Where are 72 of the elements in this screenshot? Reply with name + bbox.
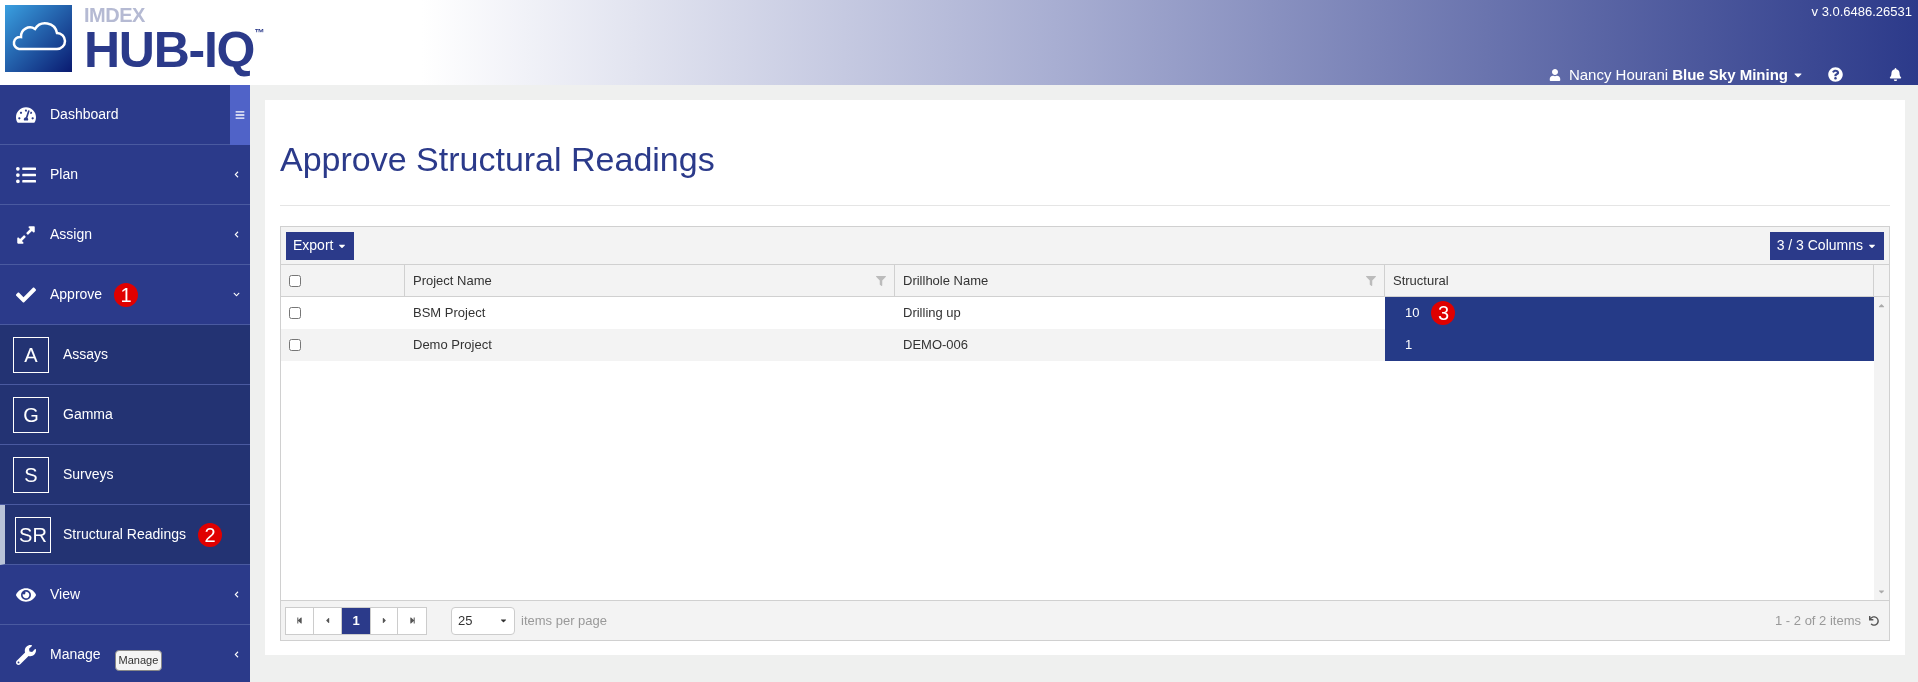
sidebar-label: Approve [50, 285, 103, 304]
letter-icon: G [13, 396, 49, 433]
sidebar-subitem[interactable]: S Surveys [0, 445, 250, 505]
chevron-left-icon [233, 171, 240, 178]
chevron-left-icon [233, 591, 240, 598]
column-header[interactable]: Structural [1385, 265, 1874, 296]
help-icon[interactable] [1828, 67, 1843, 83]
column-label: Structural [1393, 271, 1449, 290]
letter-icon: SR [15, 516, 51, 553]
table-cell-text: Drilling up [903, 304, 961, 323]
trademark: ™ [254, 26, 265, 40]
structural-cell[interactable]: 10 3 [1385, 297, 1874, 329]
sidebar-label: Gamma [63, 405, 113, 424]
sidebar-label: View [50, 585, 81, 604]
page-number-button[interactable]: 1 [342, 607, 370, 634]
letter-icon: A [13, 336, 49, 373]
menu-icon [235, 110, 245, 120]
sidebar-label: Assign [50, 225, 93, 244]
caret-left-icon [323, 616, 332, 625]
brand-subtitle: IMDEX [84, 5, 146, 25]
table-cell-text: BSM Project [413, 304, 486, 323]
wrench-icon [16, 644, 36, 665]
version-label: v 3.0.6486.26531 [1811, 3, 1912, 21]
scroll-up-icon[interactable] [1877, 301, 1886, 310]
column-label: Project Name [413, 271, 492, 290]
items-per-page-label: items per page [521, 611, 607, 630]
sidebar-label: Structural Readings [63, 525, 186, 544]
sidebar-label: Plan [50, 165, 79, 184]
column-header[interactable]: Drillhole Name [895, 265, 1385, 296]
cloud-logo-icon [5, 5, 72, 72]
page-title: Approve Structural Readings [280, 139, 716, 180]
list-icon [16, 164, 36, 185]
first-page-icon [296, 617, 303, 624]
structural-cell[interactable]: 1 [1385, 329, 1874, 361]
column-header[interactable]: Project Name [405, 265, 895, 296]
table-cell-text: Demo Project [413, 336, 492, 355]
sidebar-subitem[interactable]: A Assays [0, 325, 250, 385]
user-icon [1548, 68, 1561, 81]
gauge-icon [16, 104, 36, 125]
scroll-down-icon[interactable] [1877, 587, 1886, 596]
row-checkbox[interactable] [289, 307, 301, 319]
columns-button[interactable]: 3 / 3 Columns [1769, 231, 1884, 260]
last-page-icon [408, 617, 416, 624]
menu-toggle-button[interactable] [230, 85, 250, 145]
pager-summary: 1 - 2 of 2 items [1775, 611, 1861, 630]
user-menu-button[interactable]: Nancy Hourani Blue Sky Mining [1568, 63, 1804, 86]
caret-icon [499, 616, 508, 625]
numbered-callout: 1 [114, 282, 139, 307]
numbered-callout: 2 [197, 522, 222, 547]
diagonal-arrows-icon [16, 224, 36, 245]
row-checkbox[interactable] [289, 339, 301, 351]
table-cell-text: DEMO-006 [903, 336, 969, 355]
sidebar-subitem[interactable]: SR Structural Readings 2 [0, 505, 250, 565]
bell-icon[interactable] [1889, 68, 1902, 82]
chevron-left-icon [233, 231, 240, 238]
refresh-icon[interactable] [1869, 615, 1879, 626]
chevron-left-icon [233, 651, 240, 658]
sidebar-label: Surveys [63, 465, 114, 484]
tooltip: Manage [114, 650, 163, 671]
sidebar-subitem[interactable]: G Gamma [0, 385, 250, 445]
sidebar-label: Dashboard [50, 105, 119, 124]
select-all-checkbox[interactable] [289, 274, 301, 287]
brand-title: HUB-IQ [84, 25, 255, 75]
sidebar-label: Manage [50, 645, 101, 664]
numbered-callout: 3 [1431, 301, 1456, 325]
chevron-down-icon [233, 291, 240, 298]
export-button[interactable]: Export [286, 231, 355, 260]
column-label: Drillhole Name [903, 271, 989, 290]
letter-icon: S [13, 456, 49, 493]
sidebar-item[interactable]: Dashboard [0, 85, 250, 145]
sidebar-label: Assays [63, 345, 109, 364]
page-size-dropdown[interactable]: 25 [451, 606, 515, 635]
